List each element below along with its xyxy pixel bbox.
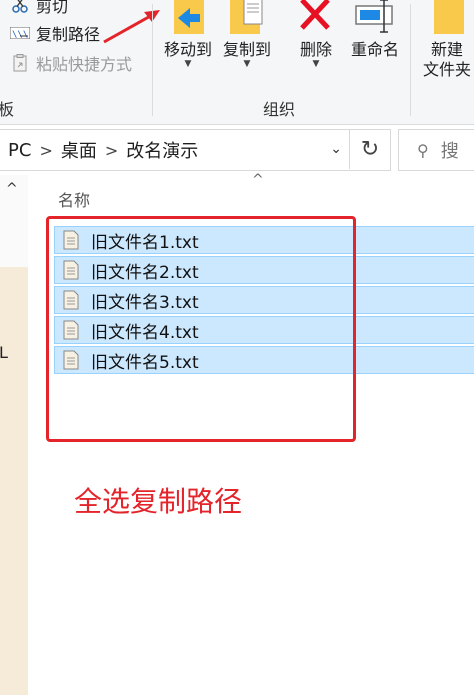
copy-path-icon: \\\ — [10, 24, 30, 42]
paste-shortcut-label: 粘贴快捷方式 — [36, 55, 133, 74]
new-folder-button[interactable]: 新建 文件夹 — [420, 0, 474, 80]
delete-button[interactable]: 删除 ▼ — [296, 0, 336, 69]
delete-dropdown-icon[interactable]: ▼ — [296, 60, 336, 69]
breadcrumb-current-folder[interactable]: 改名演示 — [126, 137, 198, 163]
navigation-pane: ^ L — [0, 175, 28, 695]
clipboard-group-label: 板 — [0, 100, 15, 119]
rename-label: 重命名 — [350, 40, 399, 59]
breadcrumb-pc[interactable]: PC > — [8, 140, 61, 161]
chevron-right-icon[interactable]: > — [105, 141, 118, 160]
refresh-icon[interactable]: ↻ — [349, 129, 390, 169]
copy-to-button[interactable]: 复制到 ▼ — [218, 0, 276, 69]
move-to-dropdown-icon[interactable]: ▼ — [160, 60, 216, 69]
nav-item-fragment[interactable]: L — [0, 343, 8, 362]
nav-selected-area — [0, 267, 28, 695]
organize-group-label: 组织 — [263, 100, 296, 119]
move-to-label: 移动到 — [163, 40, 212, 59]
new-folder-icon — [420, 0, 474, 40]
rename-button[interactable]: 重命名 — [346, 0, 404, 60]
rename-icon — [346, 0, 404, 40]
new-folder-label-line2: 文件夹 — [422, 60, 471, 79]
move-to-button[interactable]: 移动到 ▼ — [160, 0, 216, 69]
annotation-caption: 全选复制路径 — [74, 485, 243, 518]
delete-label: 删除 — [299, 40, 332, 59]
copy-path-button[interactable]: \\\ 复制路径 — [10, 22, 100, 44]
sort-ascending-icon: ^ — [252, 172, 264, 188]
search-placeholder: 搜 — [440, 141, 459, 162]
copy-to-dropdown-icon[interactable]: ▼ — [218, 60, 276, 69]
ribbon: 剪切 \\\ 复制路径 粘贴快捷方式 板 移动到 ▼ 复制到 ▼ 删除 ▼ 重命… — [0, 0, 474, 125]
move-to-icon — [160, 0, 216, 40]
paste-shortcut-button[interactable]: 粘贴快捷方式 — [10, 52, 132, 74]
group-separator — [152, 4, 153, 116]
delete-icon — [296, 0, 336, 40]
chevron-right-icon[interactable]: > — [39, 141, 52, 160]
cut-label: 剪切 — [36, 0, 69, 16]
paste-shortcut-icon — [10, 54, 30, 72]
group-separator — [410, 4, 411, 116]
search-icon: ⚲ — [417, 140, 429, 160]
copy-path-label: 复制路径 — [36, 25, 101, 44]
search-input[interactable]: ⚲ 搜 — [398, 129, 474, 171]
scroll-up-icon[interactable]: ^ — [6, 181, 18, 197]
annotation-highlight-box — [46, 216, 356, 442]
new-folder-label: 新建 — [430, 40, 463, 59]
copy-to-label: 复制到 — [222, 40, 271, 59]
cut-button[interactable]: 剪切 — [10, 0, 68, 16]
svg-text:\\\: \\\ — [12, 30, 28, 39]
breadcrumb-desktop[interactable]: 桌面 > — [61, 137, 126, 163]
chevron-down-icon[interactable]: ⌄ — [330, 141, 342, 157]
address-bar[interactable]: PC > 桌面 > 改名演示 ⌄ ↻ — [0, 129, 391, 171]
copy-to-icon — [218, 0, 276, 40]
scissors-icon — [10, 0, 30, 14]
column-header-name[interactable]: 名称 — [58, 187, 90, 211]
